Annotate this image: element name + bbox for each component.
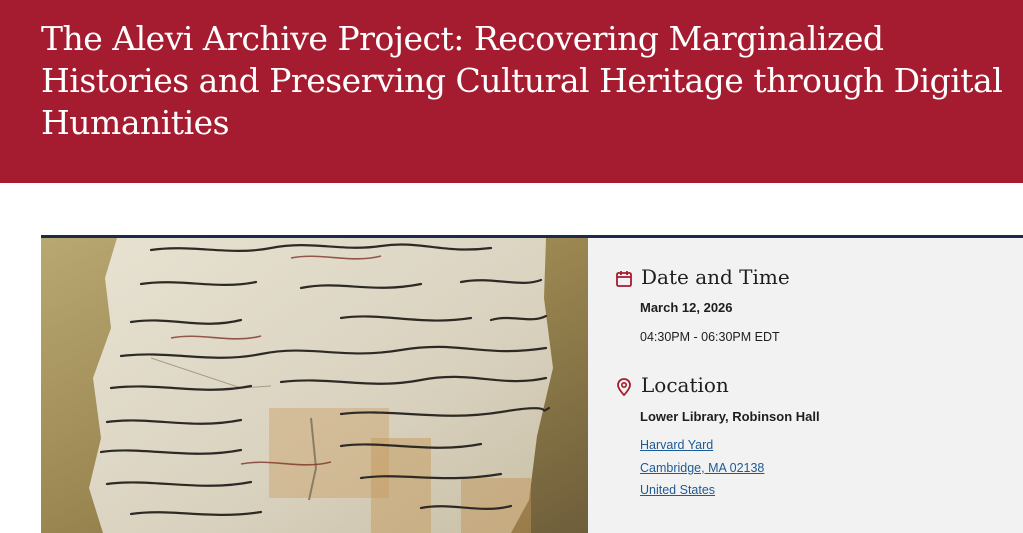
calendar-icon: [614, 269, 634, 289]
address-link-country[interactable]: United States: [640, 483, 715, 497]
location-heading: Location: [641, 373, 729, 397]
date-time-heading: Date and Time: [641, 265, 790, 289]
event-details-panel: Date and Time March 12, 2026 04:30PM - 0…: [588, 238, 1023, 533]
address-link-line2[interactable]: Cambridge, MA 02138: [640, 461, 764, 475]
address-link-line1[interactable]: Harvard Yard: [640, 438, 713, 452]
event-date: March 12, 2026: [640, 300, 733, 315]
venue-name: Lower Library, Robinson Hall: [640, 409, 820, 424]
event-image-manuscript: [41, 238, 588, 533]
event-time: 04:30PM - 06:30PM EDT: [640, 330, 780, 344]
map-pin-icon: [614, 377, 634, 397]
event-title: The Alevi Archive Project: Recovering Ma…: [41, 19, 1003, 142]
event-title-banner: The Alevi Archive Project: Recovering Ma…: [0, 0, 1023, 183]
